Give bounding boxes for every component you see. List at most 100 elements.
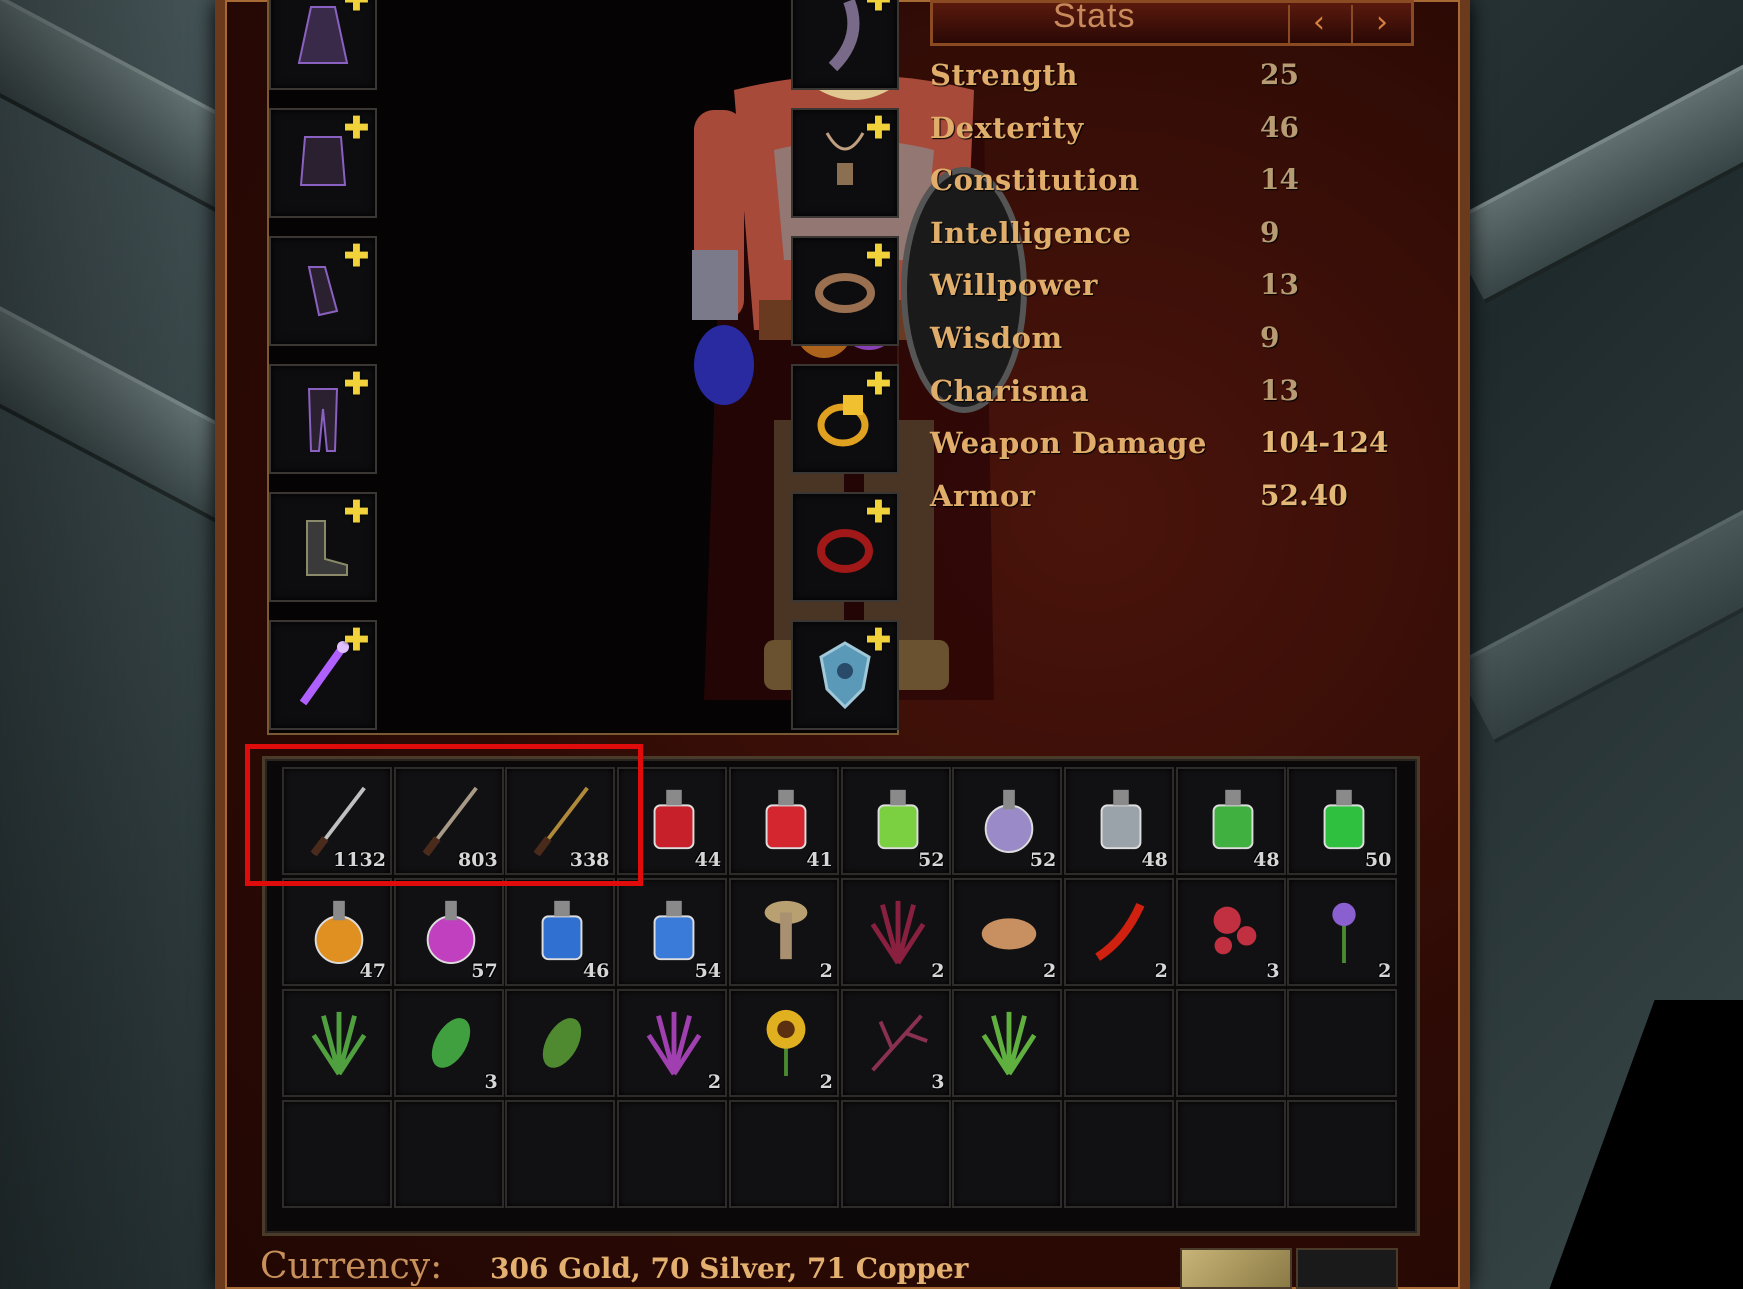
- inventory-slot[interactable]: 48: [1175, 767, 1286, 875]
- item-count: 2: [931, 960, 945, 982]
- twig-icon: [863, 1001, 933, 1081]
- chili-icon: [1086, 890, 1156, 970]
- inventory-slot[interactable]: 46: [505, 878, 616, 986]
- equipment-slot-right-3[interactable]: ✚: [791, 236, 899, 346]
- inventory-slot[interactable]: 2: [1287, 878, 1398, 986]
- equipment-slot-right-4[interactable]: ✚: [791, 364, 899, 474]
- equipment-slot-left-3[interactable]: ✚: [269, 236, 377, 346]
- sort-button[interactable]: [1180, 1248, 1292, 1289]
- inventory-slot[interactable]: [282, 989, 392, 1097]
- magenta-potion-icon: [416, 890, 486, 970]
- fishing-rod-icon: [416, 779, 486, 859]
- bread-icon: [974, 890, 1044, 970]
- inventory-slot[interactable]: 3: [393, 989, 504, 1097]
- inventory-slot[interactable]: 57: [393, 878, 504, 986]
- equipment-slot-left-4[interactable]: ✚: [269, 364, 377, 474]
- stat-label: Strength: [930, 58, 1078, 92]
- herb-icon: [863, 890, 933, 970]
- inventory-slot[interactable]: 2: [840, 878, 951, 986]
- stat-label: Dexterity: [930, 110, 1084, 145]
- equipment-slot-left-1[interactable]: ✚: [269, 0, 377, 90]
- inventory-slot-empty[interactable]: [840, 1100, 951, 1208]
- inventory-slot-empty[interactable]: [1175, 1100, 1286, 1208]
- equipment-slot-right-2[interactable]: ✚: [791, 108, 899, 218]
- inventory-slot[interactable]: 47: [282, 878, 392, 986]
- inventory-slot-empty[interactable]: [617, 1100, 728, 1208]
- inventory-slot-empty[interactable]: [393, 1100, 504, 1208]
- inventory-slot[interactable]: 803: [393, 767, 504, 875]
- mushroom-icon: [751, 890, 821, 970]
- item-count: 44: [694, 849, 722, 871]
- stats-title: Stats: [1053, 0, 1136, 35]
- upgrade-plus-icon: ✚: [865, 239, 891, 274]
- inventory-slot[interactable]: 2: [728, 878, 839, 986]
- stats-list: Strength 25 Dexterity 46 Constitution 14 Intel…: [930, 52, 1410, 525]
- equipment-slot-left-2[interactable]: ✚: [269, 108, 377, 218]
- inventory-slot-empty[interactable]: [282, 1100, 392, 1208]
- stats-next-button[interactable]: ›: [1351, 5, 1411, 43]
- fishing-rod-icon: [304, 779, 374, 859]
- item-count: 47: [359, 960, 386, 982]
- inventory-slot-empty[interactable]: [952, 1100, 1063, 1208]
- inventory-slot[interactable]: 3: [840, 989, 951, 1097]
- upgrade-plus-icon: ✚: [343, 623, 369, 658]
- inventory-slot-empty[interactable]: [505, 1100, 616, 1208]
- stat-value: 104-124: [1260, 426, 1389, 460]
- inventory-slot[interactable]: 48: [1063, 767, 1174, 875]
- inventory-slot[interactable]: [952, 989, 1063, 1097]
- inventory-slot-empty[interactable]: [1063, 989, 1174, 1097]
- inventory-slot[interactable]: 3: [1175, 878, 1286, 986]
- stat-value: 52.40: [1260, 478, 1348, 512]
- inventory-slot-empty[interactable]: [1287, 989, 1398, 1097]
- inventory-slot[interactable]: 41: [728, 767, 839, 875]
- inventory-slot[interactable]: 44: [617, 767, 728, 875]
- inventory-slot[interactable]: [505, 989, 616, 1097]
- item-count: 3: [484, 1071, 498, 1093]
- inventory-slot[interactable]: 2: [728, 989, 839, 1097]
- stat-row: Constitution 14: [930, 157, 1410, 210]
- inventory-slot-empty[interactable]: [728, 1100, 839, 1208]
- inventory-slot[interactable]: 54: [617, 878, 728, 986]
- stat-value: 46: [1260, 110, 1299, 144]
- equipment-area: ✚ ✚ ✚ ✚ ✚ ✚ ✚ ✚ ✚ ✚ ✚ ✚: [267, 0, 1027, 735]
- inventory-slot[interactable]: 2: [617, 989, 728, 1097]
- inventory-slot[interactable]: 1132: [282, 767, 392, 875]
- stat-row: Wisdom 9: [930, 315, 1410, 368]
- purple-potion-icon: [974, 779, 1044, 859]
- stat-label: Armor: [930, 478, 1036, 513]
- stat-label: Wisdom: [930, 320, 1063, 355]
- inventory-grid: 1132 803 338 44 41 52 52 48 48 50 47 57 46 54 2 2 2 2 3 2 3 2…: [262, 756, 1420, 1236]
- item-count: 57: [471, 960, 498, 982]
- inventory-slot[interactable]: 52: [840, 767, 951, 875]
- red-potion-icon: [751, 779, 821, 859]
- stat-row: Charisma 13: [930, 368, 1410, 421]
- green-potion-icon: [1198, 779, 1268, 859]
- item-count: 48: [1141, 849, 1168, 871]
- inventory-slot-empty[interactable]: [1063, 1100, 1174, 1208]
- equipment-slot-left-6[interactable]: ✚: [269, 620, 377, 730]
- inventory-slot-empty[interactable]: [1175, 989, 1286, 1097]
- equipment-slot-right-5[interactable]: ✚: [791, 492, 899, 602]
- stat-value: 9: [1260, 320, 1280, 354]
- equipment-slot-right-6[interactable]: ✚: [791, 620, 899, 730]
- item-count: 41: [806, 849, 833, 871]
- fishing-rod-icon: [527, 779, 597, 859]
- equipment-slot-left-5[interactable]: ✚: [269, 492, 377, 602]
- berries-icon: [1198, 890, 1268, 970]
- red-potion-icon: [639, 779, 709, 859]
- inventory-slot[interactable]: 52: [952, 767, 1063, 875]
- inventory-slot[interactable]: 50: [1287, 767, 1398, 875]
- equipment-slot-right-1[interactable]: ✚: [791, 0, 899, 90]
- item-count: 2: [707, 1071, 722, 1093]
- chest-button[interactable]: [1296, 1248, 1398, 1289]
- inventory-slot[interactable]: 2: [1063, 878, 1174, 986]
- inventory-slot[interactable]: 2: [952, 878, 1063, 986]
- herb-icon: [304, 1001, 374, 1081]
- inventory-slot[interactable]: 338: [505, 767, 616, 875]
- item-count: 46: [582, 960, 610, 982]
- stat-label: Willpower: [930, 268, 1098, 303]
- inventory-slot-empty[interactable]: [1287, 1100, 1398, 1208]
- stats-prev-button[interactable]: ‹: [1288, 5, 1348, 43]
- upgrade-plus-icon: ✚: [865, 0, 891, 18]
- stat-row: Dexterity 46: [930, 105, 1410, 158]
